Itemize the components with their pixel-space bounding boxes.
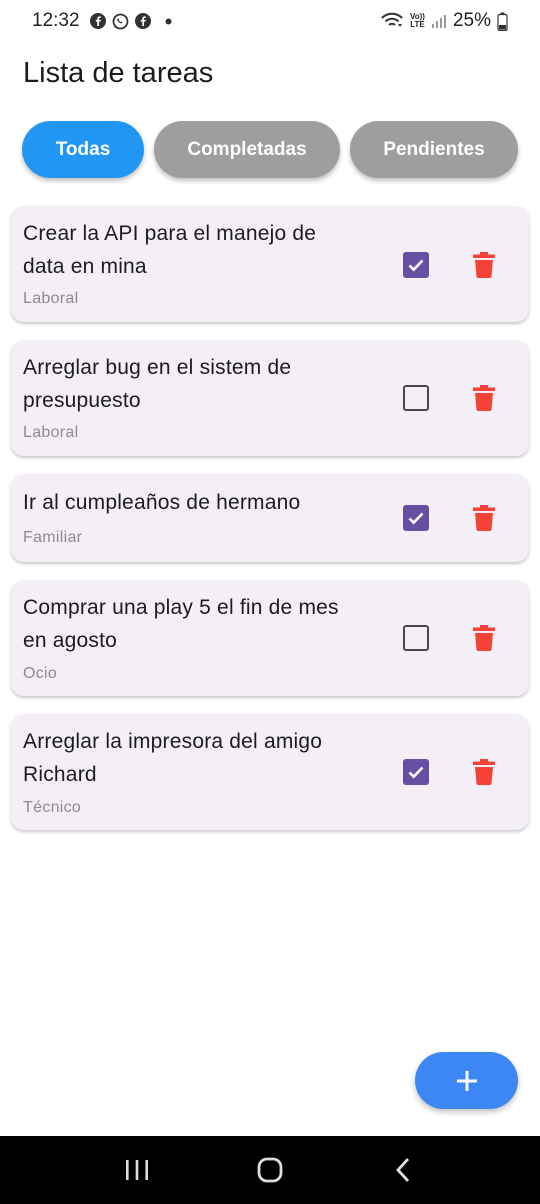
facebook-icon bbox=[89, 13, 106, 29]
task-card[interactable]: Crear la API para el manejo de data en m… bbox=[11, 206, 529, 322]
task-category: Laboral bbox=[23, 290, 79, 307]
back-icon bbox=[396, 1158, 410, 1182]
filter-all-button[interactable]: Todas bbox=[22, 121, 144, 178]
status-left: 12:32 bbox=[32, 10, 172, 32]
recent-apps-icon bbox=[125, 1160, 148, 1180]
wifi-icon bbox=[380, 12, 404, 30]
task-title: Comprar una play 5 el fin de mes en agos… bbox=[23, 596, 339, 652]
task-card[interactable]: Ir al cumpleaños de hermano Familiar bbox=[11, 474, 529, 562]
filter-completed-button[interactable]: Completadas bbox=[154, 121, 340, 178]
trash-icon bbox=[473, 625, 495, 651]
trash-icon bbox=[473, 759, 495, 785]
task-card[interactable]: Arreglar bug en el sistem de presupuesto… bbox=[11, 340, 529, 456]
status-bar: 12:32 Vo)) LTE 25% bbox=[0, 0, 540, 42]
filter-bar: Todas Completadas Pendientes bbox=[0, 121, 540, 179]
plus-icon bbox=[456, 1070, 477, 1091]
check-icon bbox=[408, 512, 424, 525]
task-category: Técnico bbox=[23, 799, 82, 816]
recent-apps-button[interactable] bbox=[117, 1150, 157, 1190]
status-time: 12:32 bbox=[32, 10, 80, 31]
home-button[interactable] bbox=[250, 1150, 290, 1190]
task-checkbox[interactable] bbox=[403, 759, 429, 785]
task-card[interactable]: Arreglar la impresora del amigo Richard … bbox=[11, 714, 529, 830]
trash-icon bbox=[473, 385, 495, 411]
page-title: Lista de tareas bbox=[23, 57, 214, 89]
whatsapp-icon bbox=[112, 13, 129, 30]
delete-task-button[interactable] bbox=[472, 758, 496, 786]
battery-icon bbox=[497, 12, 508, 31]
task-category: Laboral bbox=[23, 424, 79, 441]
trash-icon bbox=[473, 252, 495, 278]
trash-icon bbox=[473, 505, 495, 531]
status-right: Vo)) LTE 25% bbox=[380, 10, 508, 32]
task-checkbox[interactable] bbox=[403, 505, 429, 531]
battery-percentage: 25% bbox=[452, 10, 491, 31]
system-nav-bar bbox=[0, 1136, 540, 1204]
task-checkbox[interactable] bbox=[403, 385, 429, 411]
home-icon bbox=[257, 1157, 283, 1183]
add-task-button[interactable] bbox=[415, 1052, 518, 1109]
facebook-icon bbox=[134, 13, 151, 29]
task-title: Crear la API para el manejo de data en m… bbox=[23, 222, 317, 278]
lte-text: LTE bbox=[410, 20, 425, 29]
task-title: Ir al cumpleaños de hermano bbox=[23, 491, 301, 514]
task-title: Arreglar bug en el sistem de presupuesto bbox=[23, 356, 292, 412]
task-title: Arreglar la impresora del amigo Richard bbox=[23, 730, 323, 786]
filter-pending-button[interactable]: Pendientes bbox=[350, 121, 518, 178]
back-button[interactable] bbox=[383, 1150, 423, 1190]
volte-lte-label: Vo)) LTE bbox=[410, 13, 425, 29]
delete-task-button[interactable] bbox=[472, 624, 496, 652]
task-checkbox[interactable] bbox=[403, 625, 429, 651]
signal-icon bbox=[431, 13, 447, 29]
check-icon bbox=[408, 259, 424, 272]
delete-task-button[interactable] bbox=[472, 251, 496, 279]
task-category: Familiar bbox=[23, 529, 83, 546]
task-card[interactable]: Comprar una play 5 el fin de mes en agos… bbox=[11, 580, 529, 696]
check-icon bbox=[408, 766, 424, 779]
delete-task-button[interactable] bbox=[472, 384, 496, 412]
task-checkbox[interactable] bbox=[403, 252, 429, 278]
task-category: Ocio bbox=[23, 665, 58, 682]
notification-dot-icon bbox=[165, 18, 172, 25]
delete-task-button[interactable] bbox=[472, 504, 496, 532]
